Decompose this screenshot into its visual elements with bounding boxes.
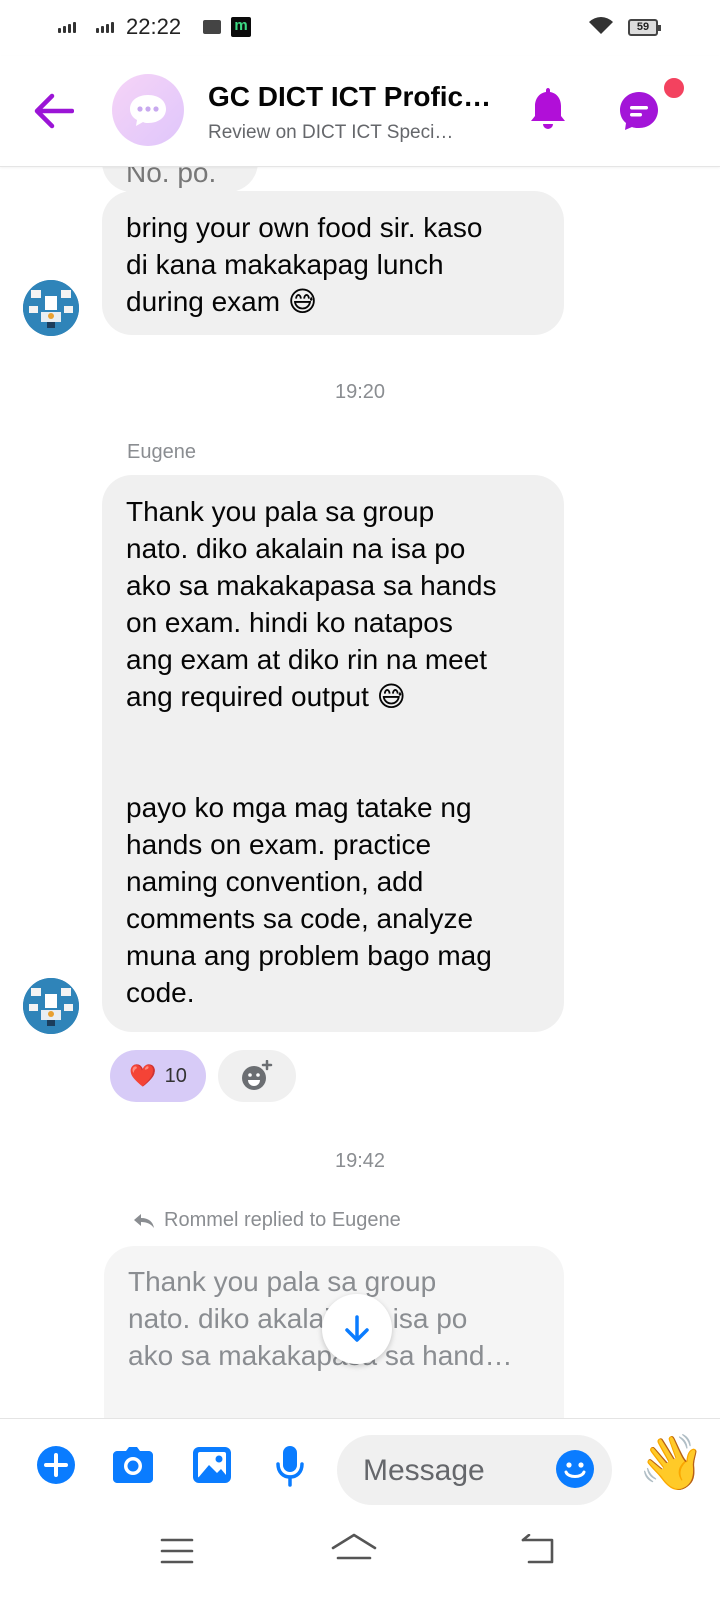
microphone-icon[interactable] — [275, 1445, 305, 1487]
back-nav-icon[interactable] — [520, 1534, 556, 1566]
composer-bar: 👋 — [0, 1418, 720, 1519]
wave-hand-button[interactable]: 👋 — [638, 1433, 705, 1493]
message-line: during exam 😅 — [126, 286, 318, 317]
heart-icon: ❤️ — [129, 1063, 157, 1088]
notification-dot — [662, 76, 686, 100]
status-time: 22:22 — [126, 14, 182, 39]
sender-name: Eugene — [127, 441, 196, 463]
message-list[interactable]: No. po. bring your own food sir. kaso di… — [0, 166, 720, 1418]
status-bar: 22:22 m 59 — [0, 0, 720, 56]
group-avatar[interactable] — [112, 74, 184, 146]
message-line: ang exam at diko rin na meet — [126, 644, 488, 675]
message-line — [126, 715, 540, 752]
conversation-subtitle[interactable]: Review on DICT ICT Speci… — [208, 122, 498, 144]
avatar-image — [23, 978, 79, 1034]
plus-icon[interactable] — [36, 1445, 76, 1485]
message-line: naming convention, add — [126, 866, 424, 897]
emoji-icon[interactable] — [555, 1449, 595, 1489]
reply-arrow-icon — [134, 1213, 154, 1228]
camera-icon[interactable] — [111, 1445, 155, 1485]
message-line — [126, 752, 540, 789]
message-input-container[interactable] — [337, 1435, 612, 1505]
reaction-count: 10 — [164, 1064, 187, 1087]
home-icon[interactable] — [330, 1532, 378, 1566]
gallery-icon[interactable] — [192, 1445, 232, 1485]
timestamp: 19:20 — [334, 381, 386, 403]
message-line: bring your own food sir. kaso — [126, 212, 483, 243]
reply-meta-text: Rommel replied to Eugene — [164, 1209, 401, 1231]
reply-indicator: Rommel replied to Eugene — [132, 1209, 401, 1232]
timestamp: 19:42 — [334, 1150, 386, 1172]
message-line: code. — [126, 977, 195, 1008]
message-bubble[interactable]: bring your own food sir. kaso di kana ma… — [102, 191, 564, 335]
threads-icon[interactable] — [619, 91, 659, 131]
notification-bell-icon[interactable] — [529, 86, 567, 130]
mail-icon — [203, 20, 221, 34]
signal-icon-2 — [96, 22, 114, 33]
quoted-line: Thank you pala sa group — [128, 1266, 437, 1297]
chat-bubble-icon — [130, 95, 166, 126]
message-bubble[interactable]: Thank you pala sa group nato. diko akala… — [102, 475, 564, 1032]
message-line: ang required output 😅 — [126, 681, 406, 712]
battery-icon: 59 — [628, 19, 661, 36]
arrow-down-icon — [345, 1315, 369, 1342]
message-input[interactable] — [361, 1451, 545, 1491]
app-notification-icon: m — [231, 17, 251, 37]
wifi-icon — [589, 17, 613, 34]
conversation-header: GC DICT ICT Profic… Review on DICT ICT S… — [0, 56, 720, 167]
message-line: payo ko mga mag tatake ng — [126, 792, 472, 823]
conversation-title[interactable]: GC DICT ICT Profic… — [208, 81, 508, 113]
add-reaction-icon — [242, 1060, 273, 1090]
message-line: ako sa makakapasa sa hands — [126, 570, 497, 601]
back-arrow-icon[interactable] — [32, 91, 74, 131]
message-line: on exam. hindi ko natapos — [126, 607, 453, 638]
message-line: hands on exam. practice — [126, 829, 432, 860]
message-line: nato. diko akalain na isa po — [126, 533, 466, 564]
message-line: Thank you pala sa group — [126, 496, 435, 527]
message-line: di kana makakapag lunch — [126, 249, 444, 280]
partial-message-bubble[interactable]: No. po. — [102, 166, 258, 192]
avatar-image — [23, 280, 79, 336]
signal-icon — [58, 22, 76, 33]
sender-avatar[interactable] — [23, 280, 79, 336]
add-reaction-button[interactable] — [218, 1050, 296, 1102]
message-line: muna ang problem bago mag — [126, 940, 492, 971]
system-nav-bar — [0, 1518, 720, 1600]
scroll-to-bottom-button[interactable] — [322, 1294, 392, 1364]
partial-message-text: No. po. — [126, 166, 217, 188]
message-line: comments sa code, analyze — [126, 903, 474, 934]
menu-icon[interactable] — [160, 1536, 194, 1566]
sender-avatar[interactable] — [23, 978, 79, 1034]
reaction-heart-chip[interactable]: ❤️ 10 — [110, 1050, 206, 1102]
